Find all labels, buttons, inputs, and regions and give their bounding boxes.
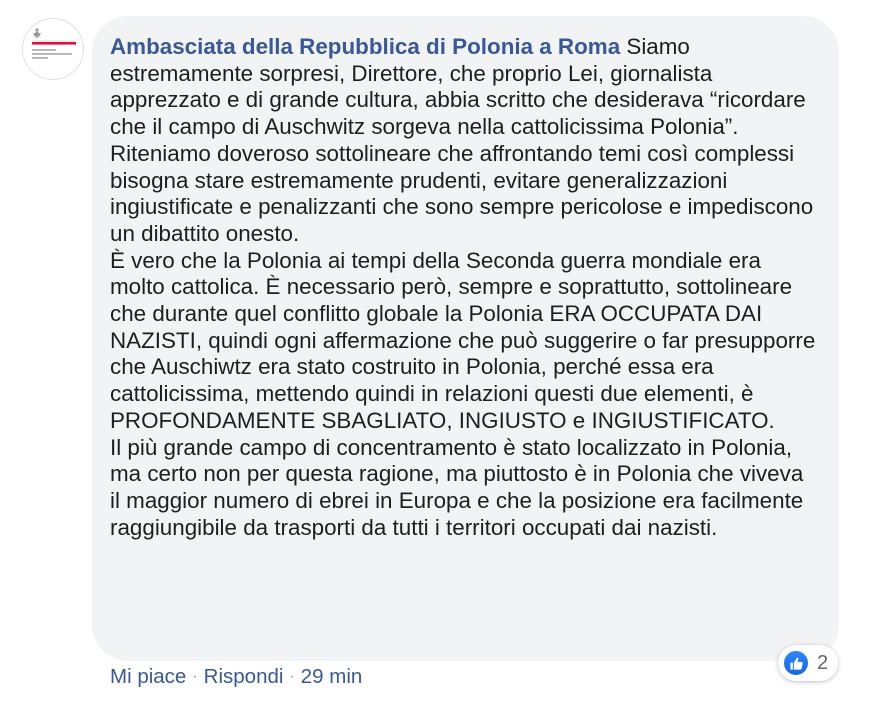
comment-bubble: Ambasciata della Repubblica di Polonia a… <box>92 16 839 661</box>
thumbs-up-icon <box>782 649 810 677</box>
action-separator: · <box>192 668 198 685</box>
reaction-count: 2 <box>817 651 829 674</box>
reply-link[interactable]: Rispondi <box>204 664 284 690</box>
comment-author-link[interactable]: Ambasciata della Repubblica di Polonia a… <box>110 34 620 59</box>
reaction-summary[interactable]: 2 <box>778 645 839 681</box>
comment-body: Ambasciata della Repubblica di Polonia a… <box>110 34 819 541</box>
page-avatar[interactable] <box>22 18 84 80</box>
comment-actions: Mi piace · Rispondi · 29 min <box>110 664 362 690</box>
comment-timestamp[interactable]: 29 min <box>301 664 363 690</box>
comment-text: Siamo estremamente sorpresi, Direttore, … <box>110 34 816 540</box>
like-link[interactable]: Mi piace <box>110 664 186 690</box>
action-separator: · <box>289 668 295 685</box>
polish-eagle-emblem-icon <box>32 28 76 59</box>
